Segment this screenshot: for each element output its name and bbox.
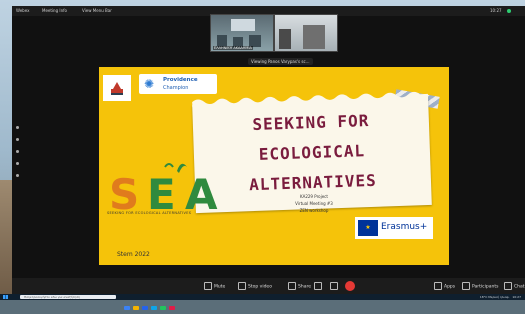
sidebar-dot-icon[interactable] bbox=[16, 162, 19, 165]
participants-button[interactable]: Participants bbox=[462, 282, 498, 290]
room-thumbnail-icon bbox=[279, 25, 325, 49]
taskbar-pinned-apps bbox=[124, 295, 224, 310]
file-explorer-icon[interactable] bbox=[133, 306, 139, 310]
taskbar-clock[interactable]: 10:27 bbox=[512, 295, 521, 299]
connection-status-icon bbox=[507, 9, 511, 13]
more-icon bbox=[330, 282, 338, 290]
ship-logo-icon bbox=[111, 82, 123, 95]
weather-widget[interactable]: 18°C Μερική ηλιοφ. bbox=[480, 295, 510, 299]
chat-button[interactable]: Chat bbox=[504, 282, 525, 290]
video-label: Stop video bbox=[248, 284, 272, 290]
sun-logo-icon: ✺ bbox=[143, 77, 155, 91]
share-button[interactable]: Share bbox=[288, 282, 311, 290]
stop-video-button[interactable]: Stop video bbox=[238, 282, 272, 290]
smiley-icon bbox=[314, 282, 322, 290]
providence-text: Providence bbox=[163, 77, 198, 83]
participants-label: Participants bbox=[472, 284, 499, 290]
participant-video-1[interactable]: ΕΛΛΗΝΙΚΗ ΑΚΑΔΗΜΙΑ bbox=[210, 14, 274, 52]
project-line-2: Virtual Meeting #3 bbox=[295, 201, 333, 206]
eu-flag-icon: ★ bbox=[358, 220, 378, 236]
left-sidebar-icons bbox=[16, 126, 22, 186]
view-menu-bar[interactable]: View Menu Bar bbox=[82, 6, 112, 16]
erasmus-logo: ★ Erasmus+ bbox=[355, 217, 433, 239]
project-info: KA229 Project Virtual Meeting #3 ZEN wor… bbox=[279, 193, 349, 214]
top-bar-time: 10:27 bbox=[490, 8, 502, 13]
participant-1-name: ΕΛΛΗΝΙΚΗ ΑΚΑΔΗΜΙΑ bbox=[213, 46, 253, 50]
mail-icon[interactable] bbox=[142, 306, 148, 310]
meeting-info-menu[interactable]: Meeting Info bbox=[42, 6, 67, 16]
providence-champion-logo: ✺ Providence Champion bbox=[139, 74, 217, 94]
store-icon[interactable] bbox=[151, 306, 157, 310]
chat-label: Chat bbox=[514, 284, 525, 290]
school-logo bbox=[103, 75, 131, 101]
apps-label: Apps bbox=[444, 284, 456, 290]
camera-icon bbox=[238, 282, 246, 290]
mute-label: Mute bbox=[214, 284, 226, 290]
windows-start-icon[interactable] bbox=[3, 295, 8, 299]
edge-icon[interactable] bbox=[124, 306, 130, 310]
participant-video-2[interactable] bbox=[274, 14, 338, 52]
more-options-button[interactable] bbox=[330, 282, 340, 290]
sidebar-dot-icon[interactable] bbox=[16, 174, 19, 177]
sea-logo: S E A bbox=[109, 163, 218, 219]
sidebar-dot-icon[interactable] bbox=[16, 150, 19, 153]
sprout-icon bbox=[164, 163, 174, 168]
sea-subtitle: SEEKING FOR ECOLOGICAL ALTERNATIVES bbox=[107, 211, 192, 215]
slide-title-line-3: ALTERNATIVES bbox=[248, 170, 378, 195]
monitor-screen: Webex Meeting Info View Menu Bar 10:27 Ε… bbox=[12, 6, 525, 294]
windows-taskbar: Πληκτρολογήστε εδώ για αναζήτηση 18°C Με… bbox=[0, 294, 525, 310]
apps-icon bbox=[434, 282, 442, 290]
taskbar-search-box[interactable]: Πληκτρολογήστε εδώ για αναζήτηση bbox=[20, 295, 116, 299]
meeting-controls-bar: Mute Stop video Share Apps Participants … bbox=[12, 278, 525, 294]
sidebar-dot-icon[interactable] bbox=[16, 138, 19, 141]
system-tray: 18°C Μερική ηλιοφ. 10:27 bbox=[480, 294, 521, 300]
microphone-icon bbox=[204, 282, 212, 290]
reactions-button[interactable] bbox=[314, 282, 324, 290]
torn-edge-icon bbox=[192, 91, 429, 108]
project-line-1: KA229 Project bbox=[300, 194, 328, 199]
share-icon bbox=[288, 282, 296, 290]
slide-title-line-1: SEEKING FOR bbox=[252, 110, 370, 135]
erasmus-text: Erasmus+ bbox=[381, 222, 428, 232]
shared-slide: ✺ Providence Champion SEEKING FOR ECOLOG… bbox=[99, 67, 449, 265]
participants-icon bbox=[462, 282, 470, 290]
webex-label[interactable]: Webex bbox=[16, 6, 29, 16]
apps-button[interactable]: Apps bbox=[434, 282, 455, 290]
slide-title-line-2: ECOLOGICAL bbox=[258, 141, 366, 164]
sidebar-dot-icon[interactable] bbox=[16, 126, 19, 129]
chat-icon bbox=[504, 282, 512, 290]
screen-share-notice: Viewing Panos Varypas's sc... bbox=[248, 58, 313, 65]
project-line-3: ZEN workshop bbox=[299, 208, 329, 213]
mute-button[interactable]: Mute bbox=[204, 282, 225, 290]
app-icon[interactable] bbox=[169, 306, 175, 310]
champion-text: Champion bbox=[163, 85, 189, 91]
participant-thumbnails: ΕΛΛΗΝΙΚΗ ΑΚΑΔΗΜΙΑ bbox=[210, 14, 338, 52]
webex-icon[interactable] bbox=[160, 306, 166, 310]
slide-date: Stem 2022 bbox=[117, 251, 150, 258]
share-label: Share bbox=[298, 284, 311, 290]
leave-meeting-button[interactable] bbox=[345, 281, 355, 291]
